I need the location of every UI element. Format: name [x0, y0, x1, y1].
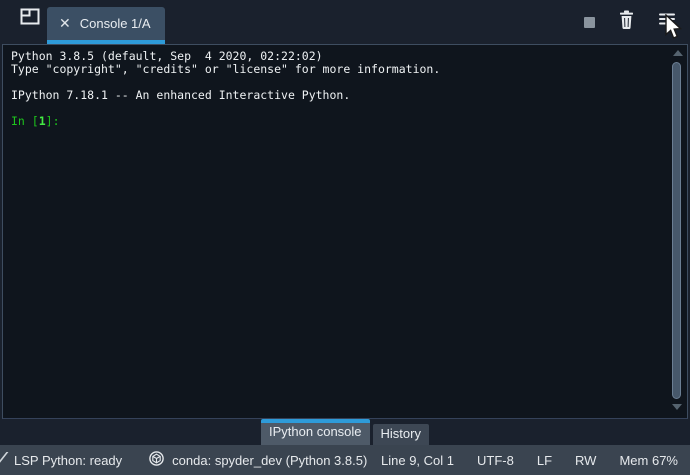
prompt-suffix: ]:: [45, 114, 60, 128]
console-tab-bar: ✕ Console 1/A: [0, 0, 690, 44]
browse-tabs-icon: [20, 8, 40, 30]
banner-line: IPython 7.18.1 -- An enhanced Interactiv…: [11, 88, 351, 102]
interpreter-status[interactable]: conda: spyder_dev (Python 3.8.5): [149, 451, 367, 469]
tab-ipython-console[interactable]: IPython console: [261, 419, 370, 445]
lsp-status[interactable]: LSP Python: ready: [14, 453, 122, 468]
console-actions: [584, 10, 676, 34]
conda-env-label: conda: spyder_dev (Python 3.8.5): [172, 452, 368, 468]
prompt-number: 1: [38, 114, 46, 128]
cursor-position-status[interactable]: Line 9, Col 1: [381, 453, 454, 468]
clipped-check-icon: [0, 449, 10, 469]
stop-square-icon: [584, 16, 595, 28]
eol-status[interactable]: LF: [537, 453, 552, 468]
status-bar: LSP Python: ready conda: spyder_dev (Pyt…: [0, 445, 690, 475]
tab-label: Console 1/A: [79, 16, 151, 31]
encoding-status[interactable]: UTF-8: [477, 453, 514, 468]
scroll-down-arrow-icon[interactable]: [672, 404, 682, 410]
tab-history[interactable]: History: [372, 424, 429, 445]
trash-icon: [618, 10, 635, 34]
permissions-status[interactable]: RW: [575, 453, 596, 468]
conda-package-icon: [149, 451, 164, 469]
scrollbar-thumb[interactable]: [672, 62, 681, 399]
options-menu-button[interactable]: [658, 12, 676, 33]
ipython-console-output[interactable]: Python 3.8.5 (default, Sep 4 2020, 02:22…: [2, 44, 688, 419]
status-right-group: Line 9, Col 1 UTF-8 LF RW Mem 67%: [381, 453, 678, 468]
browse-tabs-button[interactable]: [19, 8, 41, 30]
spyder-console-pane: ✕ Console 1/A Python 3.8.5 (default, Sep…: [0, 0, 690, 475]
hamburger-menu-icon: [658, 12, 676, 33]
pane-switcher-tabbar: IPython console History: [0, 419, 690, 445]
close-icon[interactable]: ✕: [59, 17, 71, 31]
input-prompt[interactable]: In [1]:: [11, 115, 663, 128]
stop-button[interactable]: [584, 16, 595, 28]
banner-line: Type "copyright", "credits" or "license"…: [11, 62, 441, 76]
remove-variables-button[interactable]: [618, 10, 635, 34]
scroll-up-arrow-icon[interactable]: [672, 50, 683, 56]
tab-console-1a[interactable]: ✕ Console 1/A: [47, 7, 165, 44]
console-scrollbar[interactable]: [671, 47, 684, 416]
prompt-prefix: In [: [11, 114, 39, 128]
memory-status[interactable]: Mem 67%: [619, 453, 678, 468]
banner-line: [11, 102, 663, 115]
